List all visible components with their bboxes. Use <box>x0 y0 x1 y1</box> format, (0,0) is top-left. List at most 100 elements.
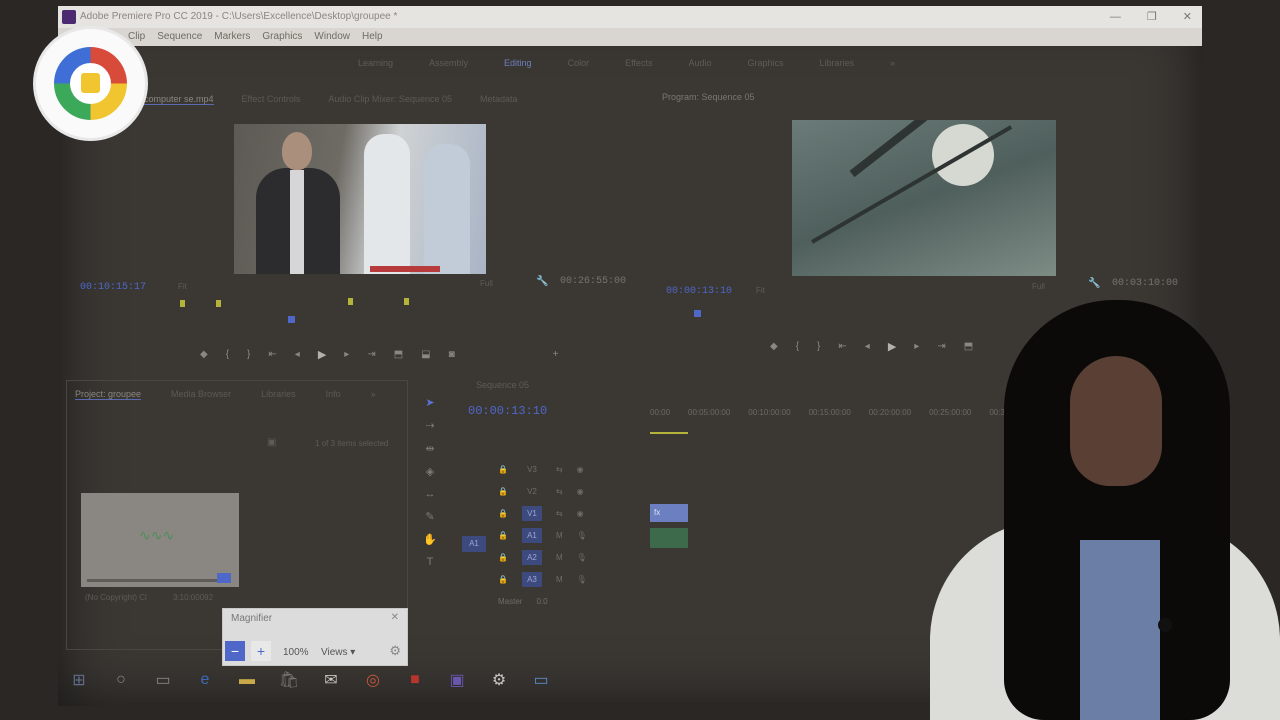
workspace-assembly[interactable]: Assembly <box>429 52 468 74</box>
mic-icon[interactable]: 🎙 <box>577 553 587 562</box>
tab-media-browser[interactable]: Media Browser <box>171 389 231 400</box>
workspace-color[interactable]: Color <box>568 52 590 74</box>
tab-source[interactable]: computer se.mp4 <box>144 94 214 105</box>
track-label[interactable]: A2 <box>521 550 542 565</box>
workspace-audio[interactable]: Audio <box>688 52 711 74</box>
sync-lock-icon[interactable]: ⇆ <box>556 509 563 518</box>
marker-icon[interactable]: ◆ <box>770 341 778 352</box>
sync-lock-icon[interactable]: ⇆ <box>556 465 563 474</box>
eye-icon[interactable]: ◉ <box>577 465 584 474</box>
step-forward-icon[interactable]: ▸ <box>344 349 349 360</box>
red-app-icon[interactable]: ■ <box>404 671 426 689</box>
in-point-icon[interactable]: { <box>796 341 799 352</box>
ripple-edit-tool-icon[interactable]: ⇹ <box>425 442 434 455</box>
zoom-in-button[interactable]: + <box>251 641 271 661</box>
overwrite-icon[interactable]: ⬓ <box>421 349 430 360</box>
menu-sequence[interactable]: Sequence <box>157 28 202 46</box>
program-monitor-video[interactable] <box>792 120 1056 276</box>
source-marker[interactable] <box>216 300 221 307</box>
monitor-icon[interactable]: ▭ <box>530 670 552 690</box>
windows-start-icon[interactable]: ⊞ <box>68 670 90 690</box>
premiere-icon[interactable]: ▣ <box>446 670 468 690</box>
lock-icon[interactable]: 🔒 <box>498 465 508 474</box>
tab-effect-controls[interactable]: Effect Controls <box>242 94 301 105</box>
track-label[interactable]: A3 <box>521 572 542 587</box>
mute-icon[interactable]: M <box>556 553 563 562</box>
minimize-button[interactable]: — <box>1110 6 1121 28</box>
source-quality-select[interactable]: Full <box>480 279 493 288</box>
task-view-icon[interactable]: ▭ <box>152 670 174 690</box>
insert-icon[interactable]: ⬒ <box>394 349 403 360</box>
mic-icon[interactable]: 🎙 <box>577 575 587 584</box>
lock-icon[interactable]: 🔒 <box>498 575 508 584</box>
go-to-in-icon[interactable]: ⇤ <box>838 341 846 352</box>
eye-icon[interactable]: ◉ <box>577 509 584 518</box>
add-icon[interactable]: + <box>553 349 559 360</box>
out-point-icon[interactable]: } <box>247 349 250 360</box>
play-icon[interactable]: ▶ <box>888 340 896 353</box>
track-label[interactable]: V1 <box>521 506 542 521</box>
chrome-icon[interactable]: ◎ <box>362 670 384 690</box>
project-item-label[interactable]: (No Copyright) Cl <box>85 593 147 602</box>
edge-icon[interactable]: e <box>194 671 216 689</box>
menu-help[interactable]: Help <box>362 28 383 46</box>
eye-icon[interactable]: ◉ <box>577 487 584 496</box>
source-marker[interactable] <box>180 300 185 307</box>
source-monitor-video[interactable] <box>234 124 486 274</box>
work-area-bar[interactable] <box>650 432 688 434</box>
go-to-out-icon[interactable]: ⇥ <box>367 349 375 360</box>
menu-graphics[interactable]: Graphics <box>262 28 302 46</box>
audio-clip[interactable] <box>650 528 688 548</box>
program-timecode[interactable]: 00:00:13:10 <box>666 286 732 297</box>
mic-icon[interactable]: 🎙 <box>577 531 587 540</box>
workspace-graphics[interactable]: Graphics <box>747 52 783 74</box>
play-icon[interactable]: ▶ <box>318 348 326 361</box>
workspace-editing[interactable]: Editing <box>504 52 532 74</box>
track-select-tool-icon[interactable]: ⇢ <box>425 419 434 432</box>
tab-metadata[interactable]: Metadata <box>480 94 518 105</box>
lock-icon[interactable]: 🔒 <box>498 553 508 562</box>
menu-markers[interactable]: Markers <box>214 28 250 46</box>
workspace-overflow[interactable]: » <box>890 52 895 74</box>
lock-icon[interactable]: 🔒 <box>498 509 508 518</box>
go-to-in-icon[interactable]: ⇤ <box>268 349 276 360</box>
mail-icon[interactable]: ✉ <box>320 670 342 690</box>
timeline-timecode[interactable]: 00:00:13:10 <box>468 404 547 418</box>
pen-tool-icon[interactable]: ✎ <box>425 510 434 523</box>
new-bin-icon[interactable]: ▣ <box>267 437 276 448</box>
in-point-icon[interactable]: { <box>226 349 229 360</box>
file-explorer-icon[interactable]: ▬ <box>236 671 258 689</box>
tab-audio-clip-mixer[interactable]: Audio Clip Mixer: Sequence 05 <box>328 94 452 105</box>
source-marker[interactable] <box>404 298 409 305</box>
program-title[interactable]: Program: Sequence 05 <box>662 92 755 102</box>
search-icon[interactable]: ○ <box>110 671 132 689</box>
magnifier-views-dropdown[interactable]: Views ▾ <box>321 647 355 658</box>
source-playhead[interactable] <box>288 316 295 323</box>
workspace-learning[interactable]: Learning <box>358 52 393 74</box>
track-label[interactable]: V3 <box>522 462 542 477</box>
source-patch-a1[interactable]: A1 <box>462 536 486 552</box>
track-label[interactable]: A1 <box>521 528 542 543</box>
store-icon[interactable]: 🛍 <box>278 670 300 690</box>
type-tool-icon[interactable]: T <box>427 556 434 568</box>
razor-tool-icon[interactable]: ◈ <box>426 465 434 478</box>
tab-project[interactable]: Project: groupee <box>75 389 142 400</box>
program-playhead[interactable] <box>694 310 701 317</box>
out-point-icon[interactable]: } <box>817 341 820 352</box>
workspace-effects[interactable]: Effects <box>625 52 652 74</box>
wrench-icon[interactable]: 🔧 <box>1088 278 1100 289</box>
menu-window[interactable]: Window <box>314 28 350 46</box>
program-fit-select[interactable]: Fit <box>756 286 765 295</box>
wrench-icon[interactable]: 🔧 <box>536 276 548 287</box>
sync-lock-icon[interactable]: ⇆ <box>556 487 563 496</box>
project-item-thumbnail[interactable]: ∿∿∿ <box>81 493 239 587</box>
marker-icon[interactable]: ◆ <box>200 349 208 360</box>
slip-tool-icon[interactable]: ↔ <box>425 488 436 500</box>
tab-libraries[interactable]: Libraries <box>261 389 296 400</box>
workspace-libraries[interactable]: Libraries <box>820 52 855 74</box>
step-back-icon[interactable]: ◂ <box>295 349 300 360</box>
mute-icon[interactable]: M <box>556 531 563 540</box>
export-frame-icon[interactable]: ◙ <box>449 349 455 360</box>
track-label[interactable]: V2 <box>522 484 542 499</box>
magnifier-close-button[interactable]: ✕ <box>391 612 399 623</box>
